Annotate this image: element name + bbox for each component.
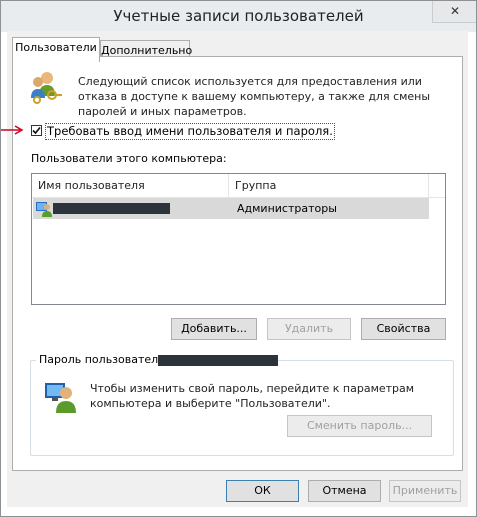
group-cell: Администраторы <box>237 202 337 215</box>
column-header-group[interactable]: Группа <box>235 174 276 197</box>
user-account-icon <box>36 200 53 217</box>
cancel-button[interactable]: Отмена <box>308 480 381 502</box>
properties-button[interactable]: Свойства <box>361 318 446 340</box>
users-keys-icon <box>28 70 64 104</box>
column-header-username[interactable]: Имя пользователя <box>38 174 145 197</box>
user-monitor-icon <box>45 379 77 413</box>
require-login-label[interactable]: Требовать ввод имени пользователя и паро… <box>45 123 335 140</box>
annotation-arrow-icon <box>0 124 26 136</box>
users-listview[interactable]: Имя пользователя Группа Администраторы <box>31 173 446 305</box>
current-username-redacted <box>158 355 278 366</box>
column-divider[interactable] <box>428 174 429 197</box>
username-redacted <box>53 203 170 214</box>
column-divider[interactable] <box>228 174 229 197</box>
close-button[interactable]: ✕ <box>432 1 476 23</box>
window-title: Учетные записи пользователей <box>113 7 364 25</box>
add-user-button[interactable]: Добавить... <box>171 318 257 340</box>
apply-button[interactable]: Применить <box>389 480 461 502</box>
listview-header: Имя пользователя Группа <box>32 174 445 198</box>
tab-users[interactable]: Пользователи <box>12 37 100 62</box>
title-bar[interactable]: Учетные записи пользователей ✕ <box>1 1 476 32</box>
password-groupbox-title: Пароль пользователя <box>36 353 168 367</box>
close-icon[interactable]: ✕ <box>433 1 476 22</box>
require-login-checkbox[interactable] <box>31 125 42 136</box>
remove-user-button[interactable]: Удалить <box>267 318 351 340</box>
table-row[interactable]: Администраторы <box>33 198 429 219</box>
users-list-caption: Пользователи этого компьютера: <box>31 152 227 165</box>
change-password-button[interactable]: Сменить пароль... <box>287 415 432 437</box>
ok-button[interactable]: ОК <box>226 480 299 502</box>
password-help-text: Чтобы изменить свой пароль, перейдите к … <box>90 382 415 410</box>
intro-text: Следующий список используется для предос… <box>78 75 431 118</box>
